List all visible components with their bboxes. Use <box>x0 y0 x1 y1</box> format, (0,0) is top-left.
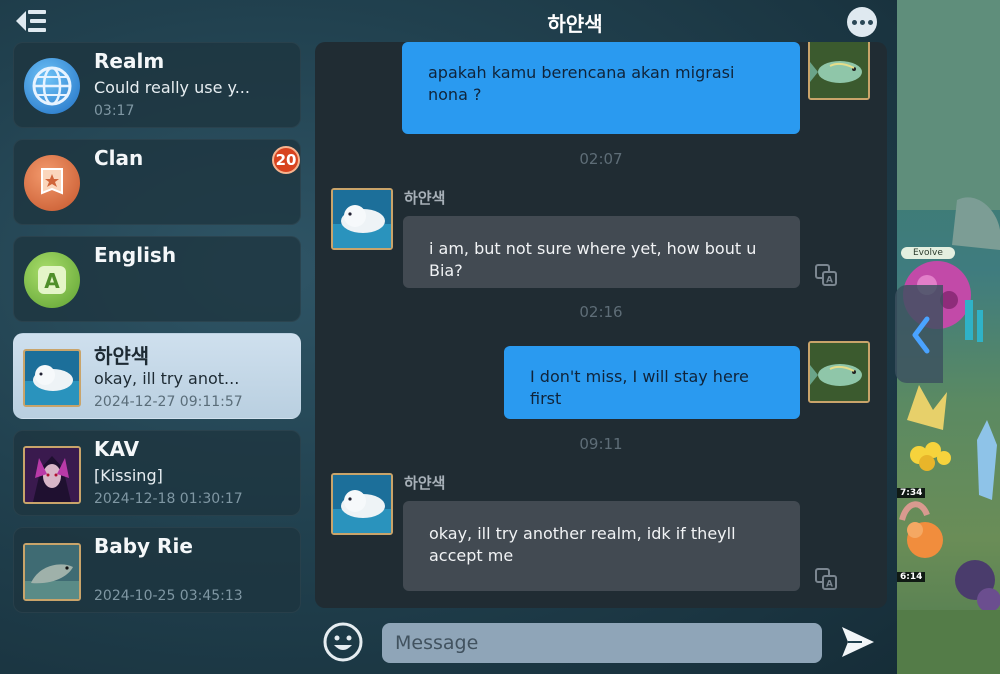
character-avatar <box>23 446 81 504</box>
header: 하얀색 <box>0 0 897 42</box>
back-list-icon[interactable] <box>14 7 48 35</box>
conversation-time: 2024-12-18 01:30:17 <box>94 491 243 507</box>
conversation-name: Clan <box>94 146 144 170</box>
sender-name: 하얀색 <box>404 474 446 492</box>
timestamp: 02:16 <box>579 303 623 321</box>
svg-text:A: A <box>826 276 833 286</box>
letter-a-icon: A <box>24 252 80 308</box>
beluga-avatar <box>23 349 81 407</box>
message-panel[interactable]: apakah kamu berencana akan migrasi nona … <box>315 42 887 608</box>
unread-badge: 20 <box>272 146 300 174</box>
svg-text:A: A <box>826 580 833 590</box>
conversation-name: 하얀색 <box>94 344 150 368</box>
conversation-name: Baby Rie <box>94 534 193 558</box>
chevron-left-icon <box>912 316 930 354</box>
conversation-clan[interactable]: Clan 20 <box>13 139 301 225</box>
shield-banner-icon <box>24 155 80 211</box>
more-dots-icon[interactable] <box>847 7 877 37</box>
evolve-label: Evolve <box>901 247 955 259</box>
seal-avatar <box>23 543 81 601</box>
conversation-time: 03:17 <box>94 103 135 119</box>
game-timer: 6:14 <box>897 572 926 582</box>
conversation-name: English <box>94 243 177 267</box>
conversation-name: Realm <box>94 49 165 73</box>
chat-app: 하얀색 Realm Could really use y... 03:17 Cl… <box>0 0 897 674</box>
conversation-preview: okay, ill try anot... <box>94 369 240 388</box>
svg-text:A: A <box>44 269 60 293</box>
message-input[interactable] <box>382 623 822 663</box>
side-panel-toggle[interactable] <box>895 285 943 383</box>
conversation-baby-rie[interactable]: Baby Rie 2024-10-25 03:45:13 <box>13 527 301 613</box>
translate-icon[interactable]: A <box>813 262 839 288</box>
conversation-realm[interactable]: Realm Could really use y... 03:17 <box>13 42 301 128</box>
conversation-active[interactable]: 하얀색 okay, ill try anot... 2024-12-27 09:… <box>13 333 301 419</box>
incoming-message: i am, but not sure where yet, how bout u… <box>403 216 800 288</box>
outgoing-message: apakah kamu berencana akan migrasi nona … <box>402 42 800 134</box>
sender-name: 하얀색 <box>404 189 446 207</box>
beluga-avatar <box>331 188 393 250</box>
globe-icon <box>24 58 80 114</box>
send-arrow-icon[interactable] <box>840 625 876 659</box>
timestamp: 02:07 <box>579 150 623 168</box>
conversation-english[interactable]: A English <box>13 236 301 322</box>
timestamp: 09:11 <box>579 435 623 453</box>
conversation-name: KAV <box>94 437 140 461</box>
self-fish-avatar <box>808 42 870 100</box>
conversation-time: 2024-12-27 09:11:57 <box>94 394 243 410</box>
incoming-message: okay, ill try another realm, idk if they… <box>403 501 800 591</box>
game-timer: 7:34 <box>897 488 926 498</box>
conversation-kav[interactable]: KAV [Kissing] 2024-12-18 01:30:17 <box>13 430 301 516</box>
beluga-avatar <box>331 473 393 535</box>
translate-icon[interactable]: A <box>813 566 839 592</box>
smiley-icon[interactable] <box>322 621 364 663</box>
conversation-time: 2024-10-25 03:45:13 <box>94 588 243 604</box>
conversation-preview: Could really use y... <box>94 78 250 97</box>
self-fish-avatar <box>808 341 870 403</box>
conversation-preview: [Kissing] <box>94 466 163 485</box>
outgoing-message: I don't miss, I will stay here first <box>504 346 800 419</box>
